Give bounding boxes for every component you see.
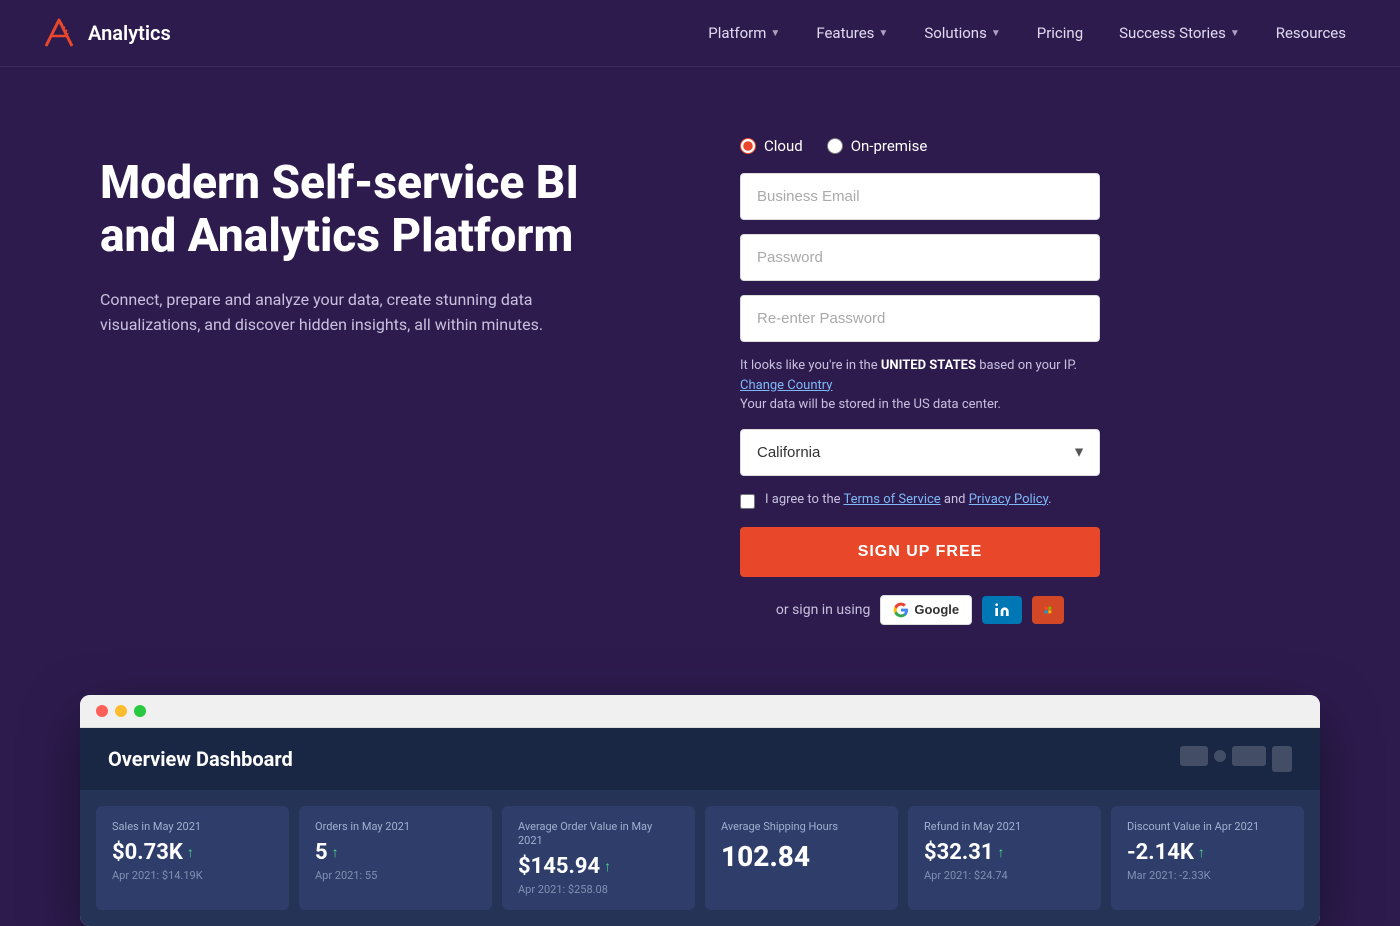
card-refund: Refund in May 2021 $32.31 ↑ Apr 2021: $2…	[908, 806, 1101, 911]
trend-up-icon: ↑	[332, 844, 339, 861]
hero-subtitle: Connect, prepare and analyze your data, …	[100, 287, 580, 338]
state-select[interactable]: California New York Texas Florida Washin…	[740, 429, 1100, 476]
card-value: -2.14K ↑	[1127, 840, 1288, 865]
signup-button[interactable]: SIGN UP FREE	[740, 527, 1100, 577]
chevron-down-icon: ▼	[770, 28, 780, 39]
chevron-down-icon: ▼	[878, 28, 888, 39]
card-label: Average Shipping Hours	[721, 820, 882, 834]
card-avg-order: Average Order Value in May 2021 $145.94 …	[502, 806, 695, 911]
deployment-radio-group: Cloud On-premise	[740, 137, 1100, 155]
dashboard-icon-4	[1272, 746, 1292, 772]
browser-dot-green	[134, 705, 146, 717]
onpremise-radio[interactable]	[827, 138, 843, 154]
nav-platform[interactable]: Platform ▼	[694, 16, 794, 50]
card-sub: Apr 2021: $14.19K	[112, 869, 273, 882]
trend-up-icon: ↑	[187, 844, 194, 861]
privacy-link[interactable]: Privacy Policy	[969, 492, 1048, 507]
navbar: Analytics Platform ▼ Features ▼ Solution…	[0, 0, 1400, 67]
terms-link[interactable]: Terms of Service	[843, 492, 940, 507]
card-label: Average Order Value in May 2021	[518, 820, 679, 849]
password-field[interactable]	[740, 234, 1100, 281]
dashboard-icons	[1180, 746, 1292, 772]
hero-left: Modern Self-service BI and Analytics Pla…	[100, 137, 660, 338]
linkedin-icon	[994, 602, 1010, 618]
logo-text: Analytics	[88, 21, 171, 45]
dashboard-icon-3	[1232, 746, 1266, 766]
trend-up-icon: ↑	[1198, 844, 1205, 861]
browser-dot-red	[96, 705, 108, 717]
card-value: $145.94 ↑	[518, 854, 679, 879]
card-label: Orders in May 2021	[315, 820, 476, 834]
card-sub: Apr 2021: $258.08	[518, 883, 679, 896]
card-sales: Sales in May 2021 $0.73K ↑ Apr 2021: $14…	[96, 806, 289, 911]
card-sub: Apr 2021: $24.74	[924, 869, 1085, 882]
card-value: $32.31 ↑	[924, 840, 1085, 865]
nav-resources[interactable]: Resources	[1262, 16, 1360, 50]
dashboard-icon-2	[1214, 750, 1226, 762]
state-select-wrap: California New York Texas Florida Washin…	[740, 429, 1100, 476]
card-value: $0.73K ↑	[112, 840, 273, 865]
chevron-down-icon: ▼	[991, 28, 1001, 39]
browser-bar	[80, 695, 1320, 728]
reenter-password-field[interactable]	[740, 295, 1100, 342]
trend-up-icon: ↑	[604, 858, 611, 875]
office-icon	[1044, 602, 1052, 618]
nav-links: Platform ▼ Features ▼ Solutions ▼ Pricin…	[694, 16, 1360, 50]
tos-agreement: I agree to the Terms of Service and Priv…	[740, 492, 1100, 509]
card-label: Sales in May 2021	[112, 820, 273, 834]
trend-up-icon: ↑	[998, 844, 1005, 861]
cloud-option[interactable]: Cloud	[740, 137, 803, 155]
nav-solutions[interactable]: Solutions ▼	[910, 16, 1014, 50]
office-signin-button[interactable]	[1032, 596, 1064, 624]
dashboard-header: Overview Dashboard	[80, 728, 1320, 790]
change-country-link[interactable]: Change Country	[740, 378, 832, 393]
dashboard-preview: Overview Dashboard Sales in May 2021 $0.…	[80, 695, 1320, 926]
card-label: Refund in May 2021	[924, 820, 1085, 834]
cloud-radio[interactable]	[740, 138, 756, 154]
card-discount: Discount Value in Apr 2021 -2.14K ↑ Mar …	[1111, 806, 1304, 911]
signup-form: Cloud On-premise It looks like you're in…	[740, 137, 1100, 625]
browser-dot-yellow	[115, 705, 127, 717]
card-sub: Mar 2021: -2.33K	[1127, 869, 1288, 882]
nav-success-stories[interactable]: Success Stories ▼	[1105, 16, 1254, 50]
nav-pricing[interactable]: Pricing	[1023, 16, 1097, 50]
tos-checkbox[interactable]	[740, 494, 755, 509]
logo[interactable]: Analytics	[40, 14, 171, 52]
logo-icon	[40, 14, 78, 52]
hero-section: Modern Self-service BI and Analytics Pla…	[0, 67, 1400, 685]
social-signin: or sign in using Google	[740, 595, 1100, 625]
chevron-down-icon: ▼	[1230, 28, 1240, 39]
card-shipping: Average Shipping Hours 102.84	[705, 806, 898, 911]
hero-title: Modern Self-service BI and Analytics Pla…	[100, 157, 660, 263]
google-icon	[893, 602, 909, 618]
onpremise-option[interactable]: On-premise	[827, 137, 928, 155]
card-label: Discount Value in Apr 2021	[1127, 820, 1288, 834]
card-sub: Apr 2021: 55	[315, 869, 476, 882]
card-value: 102.84	[721, 840, 882, 873]
google-signin-button[interactable]: Google	[880, 595, 972, 625]
card-orders: Orders in May 2021 5 ↑ Apr 2021: 55	[299, 806, 492, 911]
card-value: 5 ↑	[315, 840, 476, 865]
nav-features[interactable]: Features ▼	[802, 16, 902, 50]
dashboard-cards: Sales in May 2021 $0.73K ↑ Apr 2021: $14…	[80, 790, 1320, 926]
dashboard-icon-1	[1180, 746, 1208, 766]
linkedin-signin-button[interactable]	[982, 596, 1022, 624]
dashboard-title: Overview Dashboard	[108, 747, 293, 771]
email-field[interactable]	[740, 173, 1100, 220]
location-info: It looks like you're in the UNITED STATE…	[740, 356, 1100, 415]
